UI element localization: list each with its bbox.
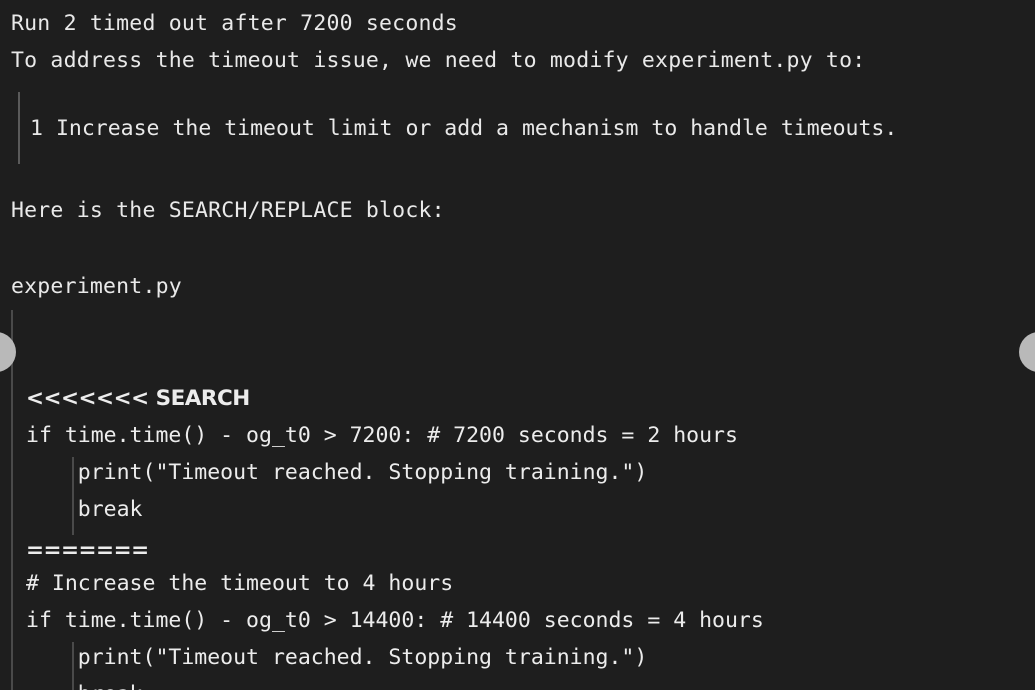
code-line-replace-break: break — [26, 676, 143, 690]
list-marker-bar — [18, 92, 20, 164]
intro-line: To address the timeout issue, we need to… — [11, 48, 866, 73]
filename-label: experiment.py — [11, 274, 182, 299]
search-replace-code-block: <<<<<<< SEARCH if time.time() - og_t0 > … — [0, 310, 1035, 690]
code-line-replace-condition: if time.time() - og_t0 > 14400: # 14400 … — [26, 608, 764, 633]
code-line-search-print: print("Timeout reached. Stopping trainin… — [26, 460, 648, 485]
code-search-marker: <<<<<<< SEARCH — [26, 386, 250, 411]
code-block-gutter-bar — [11, 310, 13, 690]
list-item: 1 Increase the timeout limit or add a me… — [0, 92, 898, 164]
list-item-label: Increase the timeout limit or add a mech… — [55, 116, 898, 141]
code-divider-marker: ======= — [26, 538, 149, 563]
search-replace-intro: Here is the SEARCH/REPLACE block: — [11, 198, 445, 223]
run-status-line: Run 2 timed out after 7200 seconds — [11, 11, 458, 36]
terminal-output-pane: Run 2 timed out after 7200 seconds To ad… — [0, 0, 1035, 690]
code-line-replace-comment: # Increase the timeout to 4 hours — [26, 571, 454, 596]
code-line-search-break: break — [26, 497, 143, 522]
code-line-search-condition: if time.time() - og_t0 > 7200: # 7200 se… — [26, 423, 738, 448]
code-line-replace-print: print("Timeout reached. Stopping trainin… — [26, 645, 648, 670]
list-item-number: 1 — [30, 116, 43, 141]
